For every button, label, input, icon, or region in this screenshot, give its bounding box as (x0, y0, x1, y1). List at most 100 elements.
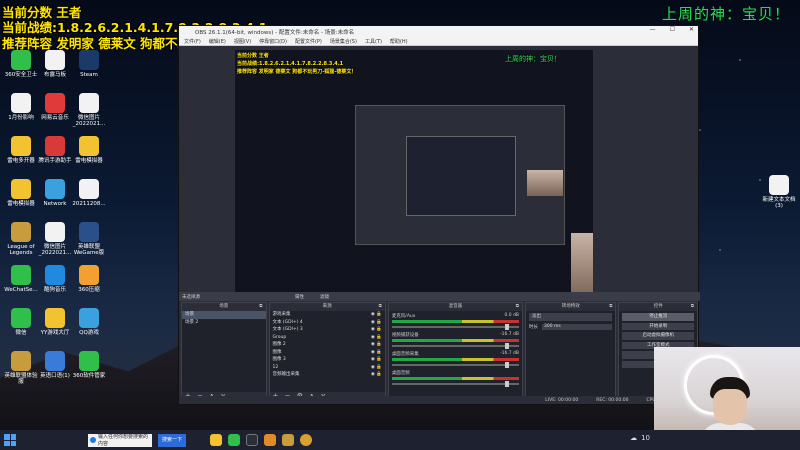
visibility-lock-icon[interactable]: ◉ 🔒 (371, 341, 385, 349)
dock-close-icon[interactable]: ⧉ (609, 303, 612, 311)
windows-start-icon[interactable] (4, 434, 16, 446)
transition-select[interactable]: 淡出 (529, 313, 613, 321)
obs-window[interactable]: OBS 26.1.1(64-bit, windows) - 配置文件:未命名 -… (178, 25, 700, 405)
visibility-lock-icon[interactable]: ◉ 🔒 (371, 311, 385, 319)
source-item[interactable]: 图像 3 ◉ 🔒 (270, 356, 385, 364)
volume-slider[interactable] (391, 381, 520, 387)
desktop-icon[interactable]: 雷电多开器 (4, 136, 38, 164)
source-item[interactable]: 文本 (GDI+) 3 ◉ 🔒 (270, 326, 385, 334)
stop-streaming-button[interactable]: 停止推流 (622, 313, 695, 321)
desktop-icon[interactable]: Network (38, 179, 72, 207)
desktop-icon[interactable]: 腾讯手游助手 (38, 136, 72, 164)
virtual-camera-button[interactable]: 启动虚拟摄像机 (622, 332, 695, 340)
source-item[interactable]: 游戏采集 ◉ 🔒 (270, 311, 385, 319)
filters-button[interactable]: 滤镜 (320, 294, 329, 300)
desktop-icon[interactable]: 英雄联盟体验服 (4, 351, 38, 386)
mixer-channel: 视频捕获设备 -16.7 dB (389, 330, 522, 349)
menu-tools[interactable]: 工具(T) (365, 38, 382, 45)
visibility-lock-icon[interactable]: ◉ 🔒 (371, 356, 385, 364)
chrome-icon[interactable] (300, 434, 313, 446)
desktop-icon[interactable]: 微信 (4, 308, 38, 336)
desktop-icon-text-file[interactable]: 新建文本文档(3) (762, 175, 796, 210)
desktop-icon-label: 酷狗音乐 (43, 287, 66, 293)
visibility-lock-icon[interactable]: ◉ 🔒 (371, 319, 385, 327)
wechat-icon[interactable] (228, 434, 241, 446)
menu-profile[interactable]: 配置文件(P) (295, 38, 322, 45)
obs-taskbar-icon[interactable] (246, 434, 259, 446)
transitions-dock[interactable]: 转场特效 ⧉ 淡出 时长 300 ms (525, 302, 617, 402)
tray-clock[interactable]: 10 (641, 434, 650, 442)
dock-close-icon[interactable]: ⧉ (379, 303, 382, 311)
volume-slider[interactable] (391, 324, 520, 330)
menu-file[interactable]: 文件(F) (184, 38, 201, 45)
volume-slider[interactable] (391, 362, 520, 368)
desktop-icon[interactable]: 网易云音乐 (38, 93, 72, 121)
taskbar-search-button[interactable]: 搜索一下 (158, 433, 187, 447)
obs-preview[interactable]: 当前分数 王者 当前战绩:1.8.2.6.2.1.4.1.7.8.2.2.8.3… (235, 50, 593, 299)
scene-item[interactable]: 场景 2 (182, 319, 266, 327)
scenes-dock[interactable]: 场景⧉ 场景 场景 2 + − ∧ ∨ (181, 302, 267, 402)
visibility-lock-icon[interactable]: ◉ 🔒 (371, 364, 385, 372)
desktop-icon[interactable]: 雷电模拟器 (4, 179, 38, 207)
menu-edit[interactable]: 编辑(E) (209, 38, 226, 45)
start-recording-button[interactable]: 开始录制 (622, 322, 695, 330)
maximize-icon[interactable]: ☐ (670, 26, 675, 33)
audio-mixer-dock[interactable]: 混音器 ⧉ 麦克风/Aux 0.0 dB 视频捕获设备 -16.7 dB 桌面音频采集 -1… (387, 302, 524, 402)
desktop-icon[interactable]: 360压缩 (72, 265, 106, 293)
source-item-label: 12 (272, 364, 279, 370)
menu-view[interactable]: 视图(V) (234, 38, 251, 45)
source-item[interactable]: 文本 (GDI+) 4 ◉ 🔒 (270, 319, 385, 327)
volume-slider-knob[interactable] (505, 381, 510, 387)
dock-close-icon[interactable]: ⧉ (691, 303, 694, 311)
desktop-icon[interactable]: 360安全卫士 (4, 50, 38, 78)
cloud-icon[interactable]: ☁ (630, 434, 637, 442)
obs-titlebar[interactable]: OBS 26.1.1(64-bit, windows) - 配置文件:未命名 -… (179, 26, 698, 37)
scene-item[interactable]: 场景 (182, 311, 266, 319)
visibility-lock-icon[interactable]: ◉ 🔒 (371, 371, 385, 379)
source-item[interactable]: 图像 ◉ 🔒 (270, 349, 385, 357)
volume-slider-knob[interactable] (505, 324, 510, 330)
folder-icon[interactable] (210, 434, 223, 446)
mixer-channel-name: 桌面音频 (391, 371, 410, 376)
league-icon[interactable] (282, 434, 295, 446)
visibility-lock-icon[interactable]: ◉ 🔒 (371, 349, 385, 357)
menu-docks[interactable]: 停靠窗口(D) (259, 38, 287, 45)
desktop-icon[interactable]: WeChatSe... (4, 265, 38, 293)
menu-scene-collection[interactable]: 场景集合(S) (330, 38, 357, 45)
source-item[interactable]: 图像 2 ◉ 🔒 (270, 341, 385, 349)
desktop-icon[interactable]: 雷电模拟器 (72, 136, 106, 164)
desktop-icon[interactable]: YY游戏大厅 (38, 308, 72, 336)
desktop-icon[interactable]: 酷狗音乐 (38, 265, 72, 293)
desktop-icon[interactable]: Steam (72, 50, 106, 78)
desktop-icon[interactable]: 20211208... (72, 179, 106, 207)
app-icon[interactable] (264, 434, 277, 446)
visibility-lock-icon[interactable]: ◉ 🔒 (371, 334, 385, 342)
volume-slider[interactable] (391, 343, 520, 349)
volume-slider-knob[interactable] (505, 343, 510, 349)
close-icon[interactable]: ✕ (689, 26, 694, 33)
source-item[interactable]: 12 ◉ 🔒 (270, 364, 385, 372)
scenes-dock-title: 场景 (219, 304, 229, 309)
menu-help[interactable]: 帮助(H) (390, 38, 408, 45)
source-item[interactable]: 音频输出采集 ◉ 🔒 (270, 371, 385, 379)
sources-dock[interactable]: 来源 ⧉ 游戏采集 ◉ 🔒 文本 (GDI+) 4 ◉ 🔒 文本 (GDI+) 3 ◉ 🔒 G… (268, 302, 386, 402)
desktop-icon[interactable]: 布露马板 (38, 50, 72, 78)
minimize-icon[interactable]: — (650, 26, 656, 33)
duration-input[interactable]: 300 ms (542, 323, 613, 330)
desktop-icon[interactable]: League of Legends (4, 222, 38, 257)
source-item[interactable]: Group ◉ 🔒 (270, 334, 385, 342)
desktop-icon[interactable]: 英语口语(1) (38, 351, 72, 379)
desktop-icon[interactable]: 英雄联盟WeGame版 (72, 222, 106, 257)
desktop-icon[interactable]: 1月份影响 (4, 93, 38, 121)
desktop-icon[interactable]: 微信图片_2022021... (38, 222, 72, 257)
dock-close-icon[interactable]: ⧉ (259, 303, 262, 311)
desktop-icon[interactable]: 微信图片_2022021... (72, 93, 106, 128)
visibility-lock-icon[interactable]: ◉ 🔒 (371, 326, 385, 334)
dock-close-icon[interactable]: ⧉ (516, 303, 519, 311)
properties-button[interactable]: 属性 (295, 294, 304, 300)
desktop-icon[interactable]: 360软件管家 (72, 351, 106, 379)
desktop-icon[interactable]: QQ游戏 (72, 308, 106, 336)
taskbar-search-input[interactable]: 输入任何你想要搜索的内容 (88, 433, 152, 447)
volume-slider-knob[interactable] (505, 362, 510, 368)
mixer-channel-db: -16.7 dB (499, 332, 520, 337)
